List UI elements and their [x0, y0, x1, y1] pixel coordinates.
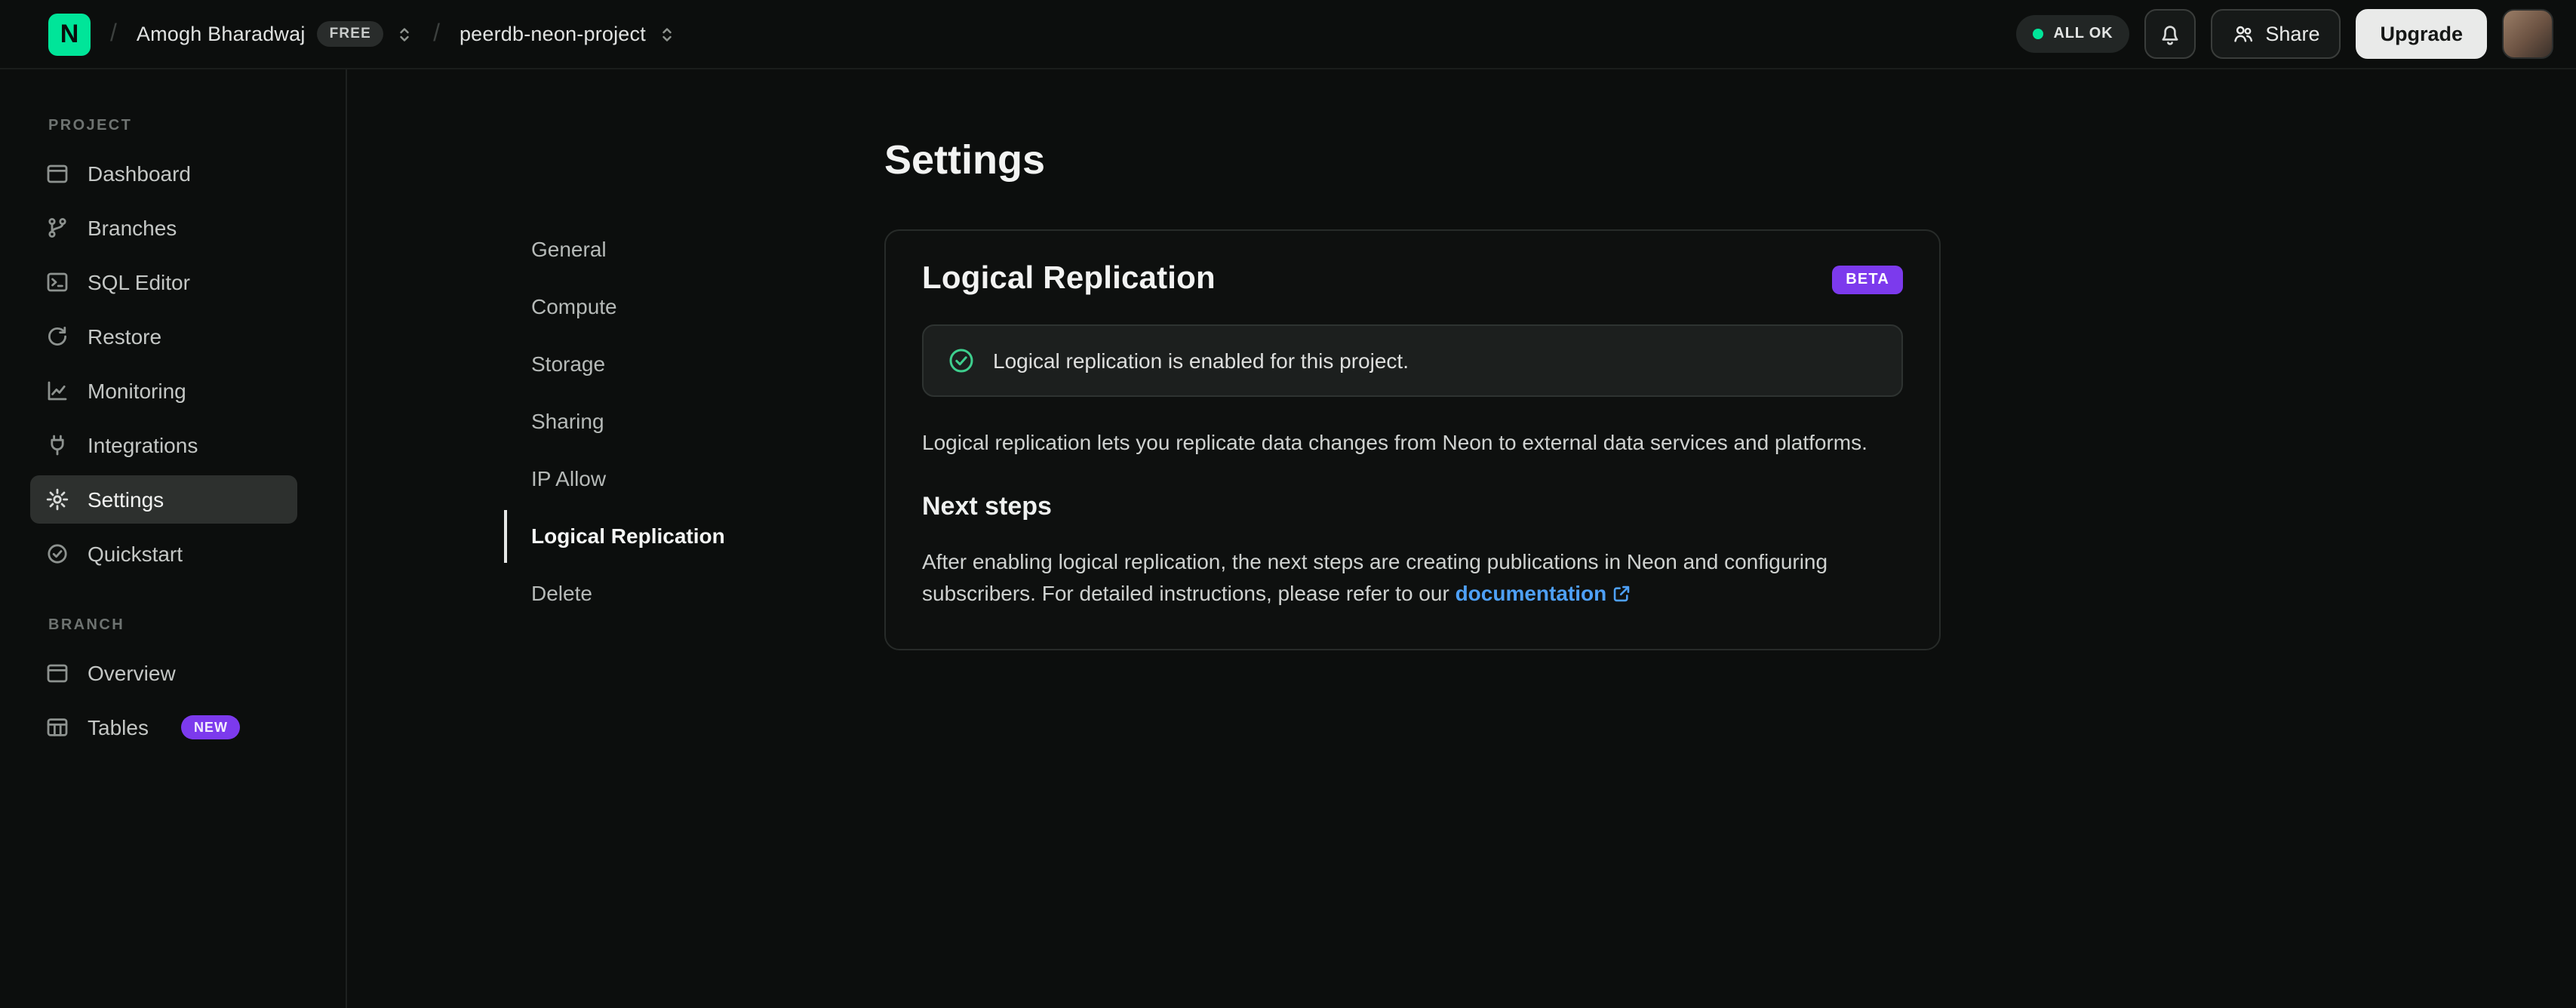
- settings-nav-storage[interactable]: Storage: [504, 338, 884, 391]
- logical-replication-card: Logical Replication BETA Logical replica…: [884, 229, 1941, 650]
- sidebar-item-quickstart[interactable]: Quickstart: [30, 530, 297, 578]
- bell-icon: [2158, 22, 2182, 46]
- branch-icon: [45, 216, 69, 240]
- restore-icon: [45, 324, 69, 349]
- sidebar-item-sql-editor[interactable]: SQL Editor: [30, 258, 297, 306]
- breadcrumb-separator: /: [110, 20, 117, 46]
- sidebar-item-integrations[interactable]: Integrations: [30, 421, 297, 469]
- sidebar-item-label: Quickstart: [88, 542, 183, 566]
- integrations-icon: [45, 433, 69, 457]
- chevron-updown-icon: [658, 25, 676, 43]
- page-title: Settings: [884, 137, 1046, 183]
- overview-icon: [45, 661, 69, 685]
- check-circle-icon: [45, 542, 69, 566]
- gear-icon: [45, 487, 69, 512]
- sidebar-item-dashboard[interactable]: Dashboard: [30, 149, 297, 198]
- settings-nav-ip-allow[interactable]: IP Allow: [504, 453, 884, 506]
- status-dot-icon: [2032, 29, 2043, 39]
- sidebar-item-label: Tables: [88, 715, 149, 739]
- card-description: Logical replication lets you replicate d…: [922, 430, 1867, 454]
- check-circle-icon: [948, 347, 975, 374]
- sidebar-item-monitoring[interactable]: Monitoring: [30, 367, 297, 415]
- sidebar-item-branches[interactable]: Branches: [30, 204, 297, 252]
- sidebar-item-settings[interactable]: Settings: [30, 475, 297, 524]
- success-banner-text: Logical replication is enabled for this …: [993, 349, 1409, 373]
- settings-nav-logical-replication[interactable]: Logical Replication: [504, 510, 884, 563]
- monitoring-icon: [45, 379, 69, 403]
- settings-nav-sharing[interactable]: Sharing: [504, 395, 884, 448]
- sidebar: PROJECT Dashboard Branches SQL Editor Re…: [0, 69, 347, 1008]
- neon-logo[interactable]: N: [48, 13, 91, 55]
- new-badge: NEW: [181, 715, 240, 739]
- sidebar-item-tables[interactable]: Tables NEW: [30, 703, 297, 751]
- app-window: N / Amogh Bharadwaj FREE / peerdb-neon-p…: [0, 0, 2576, 1008]
- beta-badge: BETA: [1832, 265, 1903, 293]
- sidebar-section-project: PROJECT: [48, 118, 133, 134]
- settings-nav-general[interactable]: General: [504, 223, 884, 276]
- sidebar-item-overview[interactable]: Overview: [30, 649, 297, 697]
- success-banner: Logical replication is enabled for this …: [922, 324, 1903, 397]
- avatar[interactable]: [2502, 9, 2553, 59]
- status-pill[interactable]: ALL OK: [2015, 15, 2130, 53]
- main-content: General Compute Storage Sharing IP Allow…: [347, 69, 2576, 1008]
- sidebar-item-label: Overview: [88, 661, 176, 685]
- notifications-button[interactable]: [2144, 9, 2196, 59]
- settings-nav-compute[interactable]: Compute: [504, 281, 884, 333]
- project-name: peerdb-neon-project: [459, 23, 646, 45]
- sidebar-item-label: Integrations: [88, 433, 198, 457]
- status-label: ALL OK: [2053, 26, 2113, 42]
- neon-logo-letter: N: [60, 19, 79, 48]
- next-steps-paragraph: After enabling logical replication, the …: [922, 546, 1903, 613]
- dashboard-icon: [45, 161, 69, 186]
- share-button[interactable]: Share: [2211, 9, 2341, 59]
- sidebar-item-label: Restore: [88, 324, 162, 349]
- sidebar-item-label: Settings: [88, 487, 164, 512]
- org-selector[interactable]: Amogh Bharadwaj FREE: [137, 21, 413, 47]
- external-link-icon: [1611, 584, 1631, 608]
- sidebar-item-label: Dashboard: [88, 161, 191, 186]
- org-name: Amogh Bharadwaj: [136, 23, 306, 45]
- upgrade-button[interactable]: Upgrade: [2356, 9, 2487, 59]
- settings-nav-delete[interactable]: Delete: [504, 567, 884, 620]
- sql-editor-icon: [45, 270, 69, 294]
- sidebar-item-label: Monitoring: [88, 379, 186, 403]
- settings-nav: General Compute Storage Sharing IP Allow…: [504, 136, 884, 1008]
- sidebar-item-label: Branches: [88, 216, 177, 240]
- breadcrumb: N / Amogh Bharadwaj FREE / peerdb-neon-p…: [48, 13, 676, 55]
- share-label: Share: [2265, 23, 2320, 45]
- table-icon: [45, 715, 69, 739]
- top-bar: N / Amogh Bharadwaj FREE / peerdb-neon-p…: [0, 0, 2576, 69]
- sidebar-item-label: SQL Editor: [88, 270, 190, 294]
- sidebar-section-branch: BRANCH: [48, 617, 125, 634]
- top-bar-actions: ALL OK Share Upgrade: [2015, 9, 2553, 59]
- next-steps-title: Next steps: [922, 492, 1052, 521]
- breadcrumb-separator: /: [433, 20, 440, 46]
- plan-badge: FREE: [317, 21, 384, 47]
- documentation-link[interactable]: documentation: [1456, 581, 1607, 605]
- sidebar-item-restore[interactable]: Restore: [30, 312, 297, 361]
- chevron-updown-icon: [395, 25, 413, 43]
- next-steps-text: After enabling logical replication, the …: [922, 549, 1828, 605]
- card-title: Logical Replication: [922, 261, 1216, 296]
- people-icon: [2232, 23, 2255, 45]
- project-selector[interactable]: peerdb-neon-project: [460, 23, 676, 45]
